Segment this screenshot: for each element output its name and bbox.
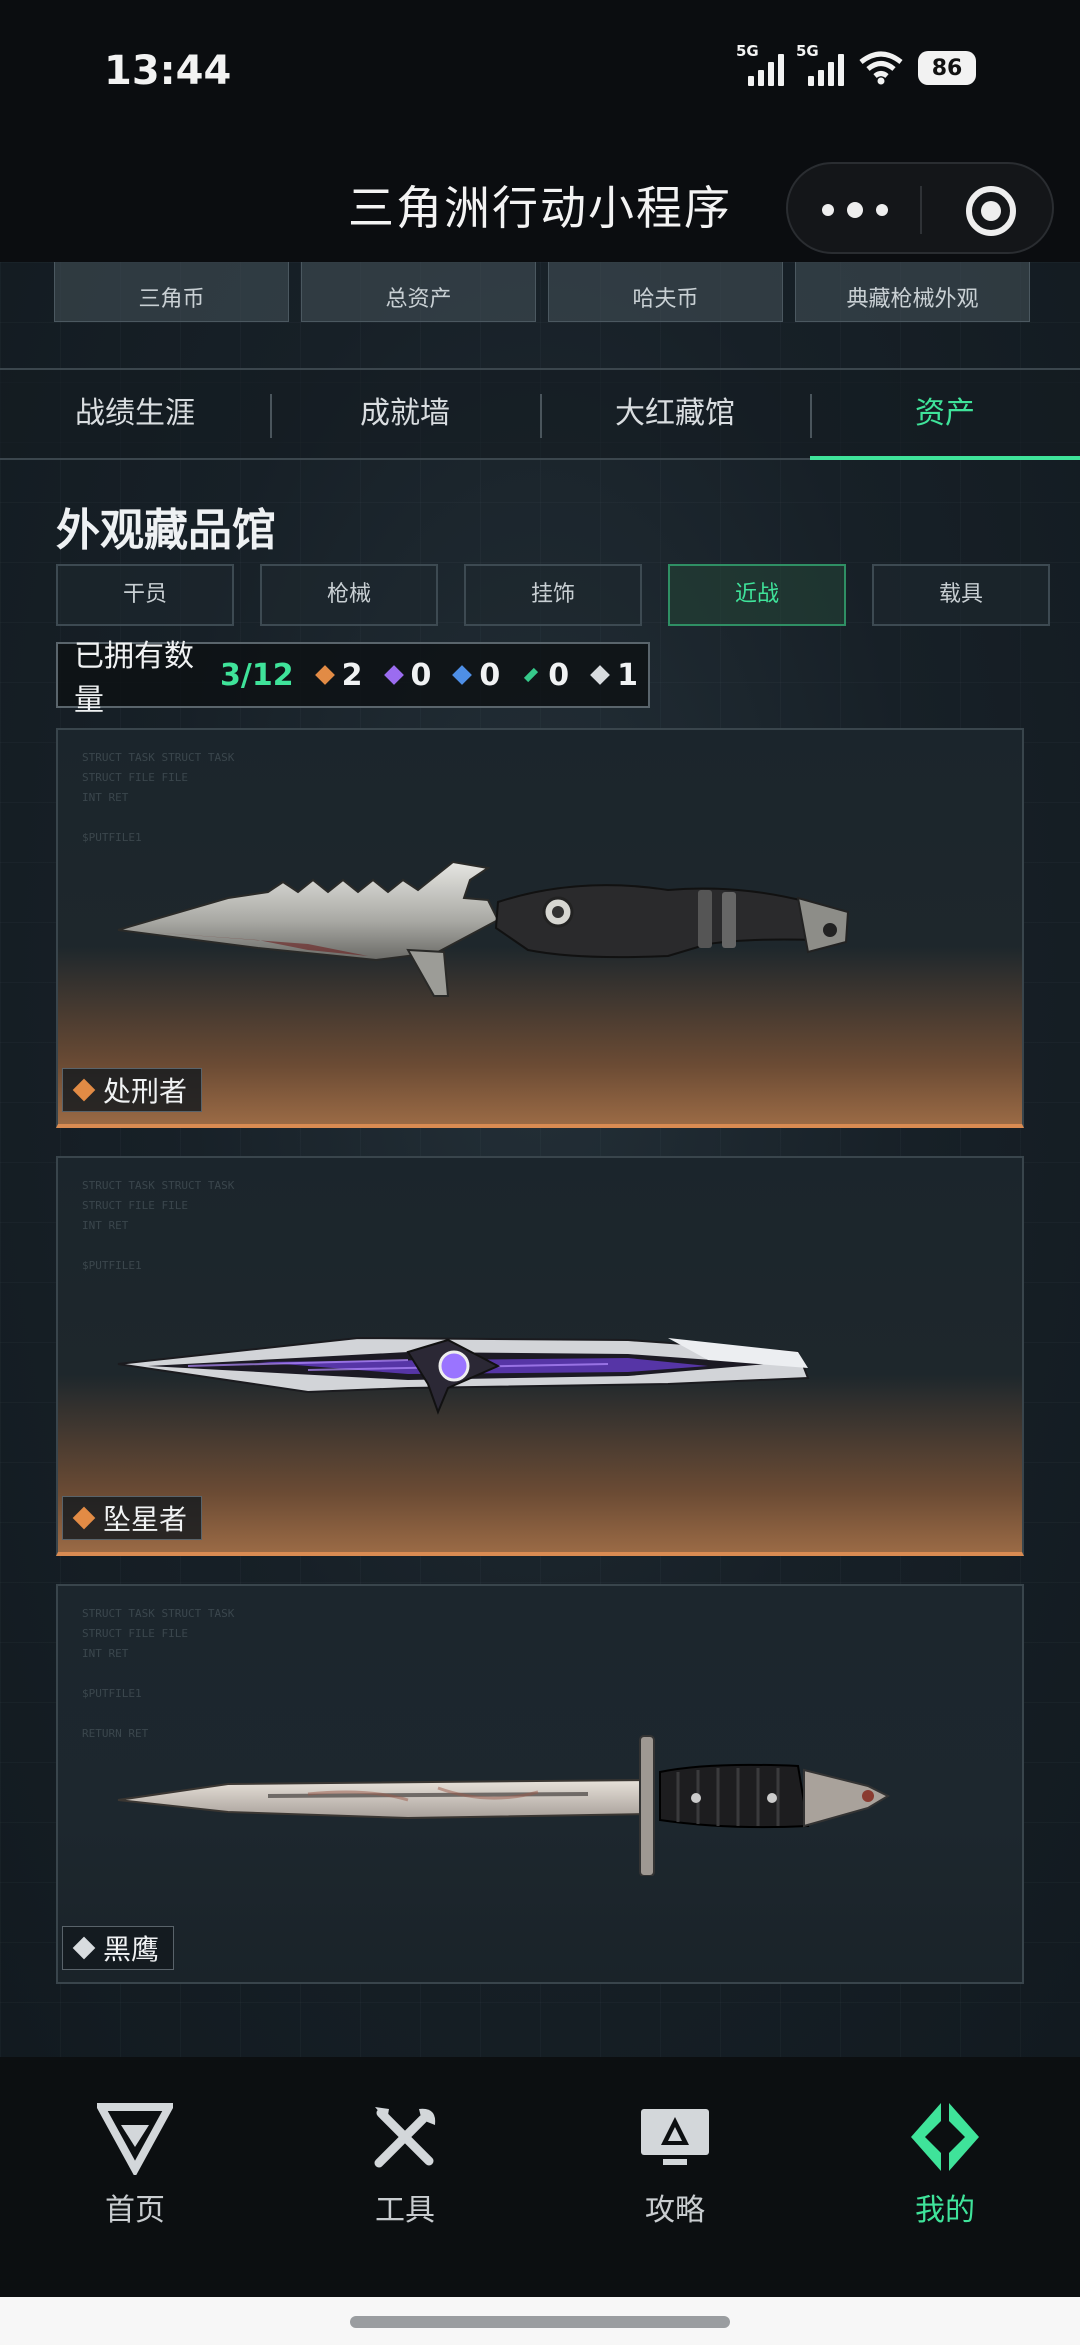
tab-achievements[interactable]: 成就墙 [270,370,540,458]
stat-card: 总资产 [301,262,536,322]
diamond-white-icon [71,1935,97,1961]
nav-item-me[interactable]: 我的 [810,2057,1080,2297]
stat-card: 典藏枪械外观 [795,262,1030,322]
nav-label: 首页 [105,2193,165,2228]
nav-item-tools[interactable]: 工具 [270,2057,540,2297]
item-name: 处刑者 [103,1075,188,1108]
profile-emblem-icon [911,2103,979,2171]
owned-summary: 已拥有数量 3/12 2 0 0 0 1 [56,639,650,718]
filter-operators[interactable]: 干员 [56,564,234,626]
section-title: 外观藏品馆 [56,505,276,556]
rarity-purple-count: 0 [383,658,432,693]
card-corner [58,1158,70,1170]
knife-executioner-image [117,860,850,997]
status-time: 13:44 [104,48,232,94]
diamond-purple-icon [383,664,405,686]
profile-tabs: 战绩生涯 成就墙 大红藏馆 资产 [0,368,1080,460]
nav-item-guide[interactable]: 攻略 [540,2057,810,2297]
tools-icon [374,2107,436,2168]
category-filters: 干员 枪械 挂饰 近战 载具 [56,564,1050,626]
diamond-gold-icon [314,664,336,686]
item-name: 坠星者 [103,1503,188,1536]
item-name-tag: 坠星者 [62,1496,203,1540]
card-corner [1010,1586,1022,1598]
guide-monitor-icon [641,2109,709,2165]
stat-label: 典藏枪械外观 [846,287,979,312]
card-corner [58,730,70,742]
nav-label: 攻略 [645,2193,705,2228]
card-corner [58,1586,70,1598]
delta-logo-icon [97,2103,173,2175]
miniprogram-capsule [786,162,1054,254]
wifi-icon [859,51,903,85]
diamond-blue-icon [451,664,473,686]
stats-row: 三角币 总资产 哈夫币 典藏枪械外观 [54,262,1030,322]
diamond-gold-icon [71,1505,97,1531]
filter-melee[interactable]: 近战 [668,564,846,626]
filter-charms[interactable]: 挂饰 [464,564,642,626]
cellular-signal-icon-2: 5G [796,42,844,86]
title-bar: 三角洲行动小程序 [0,150,1080,262]
status-bar: 13:44 5G 5G 86 [0,0,1080,150]
battery-indicator: 86 [918,51,976,85]
stat-label: 哈夫币 [632,287,699,312]
status-icons: 5G 5G 86 [736,42,976,86]
knife-starfall-image [117,1336,810,1415]
diamond-green-icon [520,664,542,686]
home-indicator[interactable] [350,2316,730,2328]
item-name-tag: 黑鹰 [62,1926,175,1970]
tab-red-collection[interactable]: 大红藏馆 [540,370,810,458]
nav-item-home[interactable]: 首页 [0,2057,270,2297]
diamond-white-icon [589,664,611,686]
filter-vehicles[interactable]: 载具 [872,564,1050,626]
stat-card: 哈夫币 [548,262,783,322]
cellular-signal-icon: 5G [736,42,784,86]
filter-guns[interactable]: 枪械 [260,564,438,626]
rarity-gold-count: 2 [314,658,363,693]
knife-black-hawk-image [117,1735,891,1876]
card-corner [1010,730,1022,742]
tab-career[interactable]: 战绩生涯 [0,370,270,458]
capsule-divider [920,186,922,234]
card-corner [1010,1158,1022,1170]
stat-label: 三角币 [138,287,205,312]
rarity-white-count: 1 [589,658,638,693]
stat-card: 三角币 [54,262,289,322]
collection-card[interactable]: STRUCT TASK STRUCT TASK STRUCT FILE FILE… [56,728,1024,1128]
collection-card[interactable]: STRUCT TASK STRUCT TASK STRUCT FILE FILE… [56,1584,1024,1984]
owned-count: 3/12 [220,657,294,693]
item-name: 黑鹰 [103,1933,160,1966]
nav-label: 工具 [375,2193,435,2228]
bottom-nav: 首页 工具 攻略 我的 [0,2057,1080,2297]
item-name-tag: 处刑者 [62,1068,203,1112]
stat-label: 总资产 [385,287,452,312]
diamond-gold-icon [71,1077,97,1103]
main-content[interactable]: 三角币 总资产 哈夫币 典藏枪械外观 战绩生涯 成就墙 大红藏馆 资产 外观藏品… [0,262,1080,2057]
tab-assets[interactable]: 资产 [810,370,1080,460]
more-icon[interactable] [822,190,888,230]
rarity-green-count: 0 [520,658,569,693]
collection-card[interactable]: STRUCT TASK STRUCT TASK STRUCT FILE FILE… [56,1156,1024,1556]
owned-label: 已拥有数量 [74,639,194,718]
nav-label: 我的 [915,2193,975,2228]
close-miniprogram-icon[interactable] [966,186,1016,236]
rarity-blue-count: 0 [451,658,500,693]
